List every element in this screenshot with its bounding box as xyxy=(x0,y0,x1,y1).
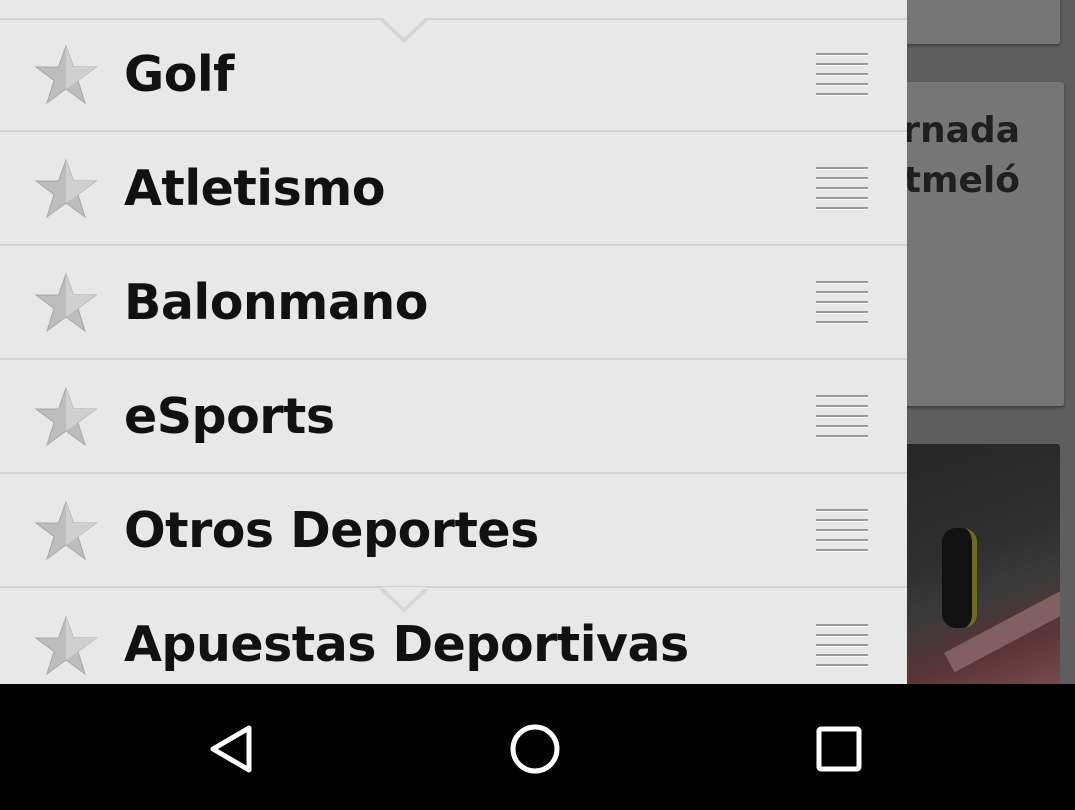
home-circle-icon[interactable] xyxy=(500,714,570,784)
star-icon[interactable] xyxy=(34,44,98,106)
drawer-item-otros-deportes[interactable]: Otros Deportes xyxy=(0,476,907,588)
star-icon[interactable] xyxy=(34,500,98,562)
drawer-item-atletismo[interactable]: Atletismo xyxy=(0,134,907,246)
drag-handle-icon[interactable] xyxy=(816,509,868,553)
drag-handle-icon[interactable] xyxy=(816,395,868,439)
background-card[interactable] xyxy=(880,0,1060,44)
section-pointer-icon xyxy=(379,587,429,613)
drag-handle-icon[interactable] xyxy=(816,53,868,97)
system-navigation-bar xyxy=(0,684,1075,810)
star-icon[interactable] xyxy=(34,158,98,220)
drawer-item-esports[interactable]: eSports xyxy=(0,362,907,474)
recents-square-icon[interactable] xyxy=(804,714,874,784)
star-icon[interactable] xyxy=(34,272,98,334)
drawer-item-apuestas-deportivas[interactable]: Apuestas Deportivas xyxy=(0,590,907,684)
drag-handle-icon[interactable] xyxy=(816,167,868,211)
section-pointer-icon xyxy=(379,17,429,43)
drawer-item-golf[interactable]: Golf xyxy=(0,20,907,132)
drawer-item-label: Atletismo xyxy=(124,160,385,217)
drawer-item-label: Golf xyxy=(124,46,235,103)
background-article-image[interactable] xyxy=(880,444,1060,690)
car-wheel-graphic xyxy=(942,528,977,628)
back-triangle-icon[interactable] xyxy=(197,714,267,784)
drag-handle-icon[interactable] xyxy=(816,624,868,668)
star-icon[interactable] xyxy=(34,615,98,677)
drawer-item-label: Balonmano xyxy=(124,274,428,331)
drawer-item-label: Otros Deportes xyxy=(124,502,539,559)
drawer-item-label: eSports xyxy=(124,388,335,445)
drawer-item-balonmano[interactable]: Balonmano xyxy=(0,248,907,360)
sports-drawer: Golf Atletismo Balonmano eSports Otros D xyxy=(0,0,907,684)
star-icon[interactable] xyxy=(34,386,98,448)
drawer-section-header xyxy=(0,0,907,20)
drag-handle-icon[interactable] xyxy=(816,281,868,325)
